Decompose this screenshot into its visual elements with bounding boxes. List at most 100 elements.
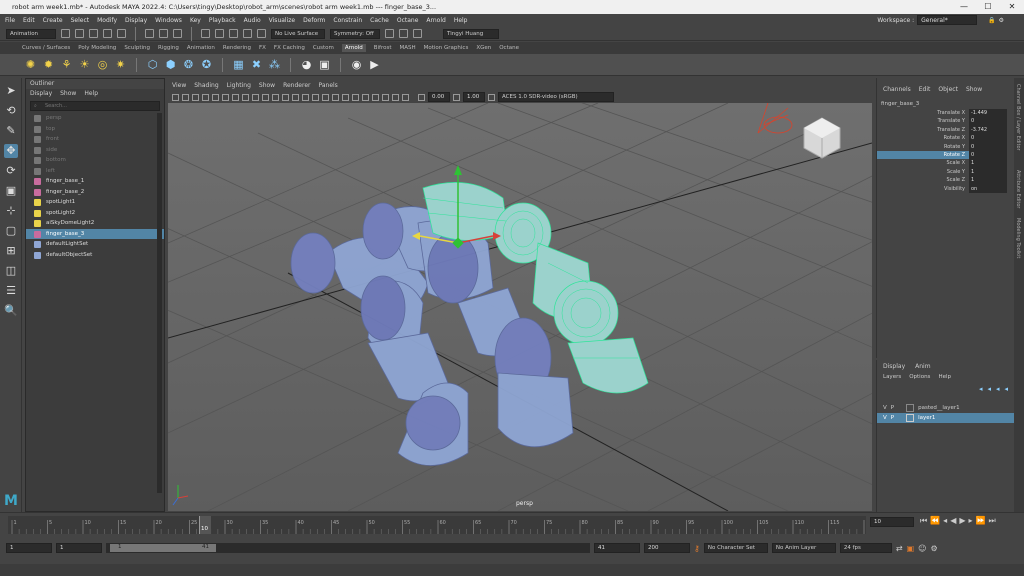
volume-icon[interactable]: ❂ [182, 58, 195, 71]
ipr-render-icon[interactable] [399, 29, 408, 38]
viewport-menu-show[interactable]: Show [259, 80, 275, 91]
sound-icon[interactable]: ▣ [907, 544, 915, 553]
channel-attribute-value[interactable]: 1 [969, 167, 1007, 177]
channel-attribute-row[interactable]: Translate Z -3.742 [877, 125, 1014, 135]
character-set-dropdown[interactable]: No Character Set [703, 543, 768, 553]
wireframe-on-shaded-icon[interactable] [292, 93, 299, 101]
select-tool-icon[interactable]: ➤ [4, 84, 18, 98]
menu-audio[interactable]: Audio [244, 17, 261, 24]
skydome-light-icon[interactable]: ☀ [78, 58, 91, 71]
layer-playback-toggle[interactable]: P [891, 415, 894, 421]
layer-visibility-toggle[interactable]: V [883, 415, 887, 421]
outliner-item[interactable]: defaultLightSet [26, 239, 164, 250]
menu-file[interactable]: File [5, 17, 15, 24]
symmetry-dropdown[interactable]: Symmetry: Off [330, 28, 380, 39]
workspace-dropdown[interactable]: General* [917, 15, 978, 25]
channel-attribute-row[interactable]: Visibility on [877, 184, 1014, 193]
range-slider[interactable]: 1 41 [106, 543, 590, 553]
menu-display[interactable]: Display [125, 17, 147, 24]
film-gate-icon[interactable] [222, 93, 229, 101]
paint-select-icon[interactable]: ✎ [4, 124, 18, 138]
outliner-menu-display[interactable]: Display [30, 89, 52, 99]
playback-end-field[interactable]: 41 [594, 543, 640, 553]
ambient-occlusion-icon[interactable] [332, 93, 339, 101]
gate-mask-icon[interactable] [242, 93, 249, 101]
isolate-select-icon[interactable] [372, 93, 379, 101]
close-button[interactable]: ✕ [1000, 0, 1024, 14]
menu-playback[interactable]: Playback [209, 17, 236, 24]
channel-attribute-name[interactable]: Rotate X [877, 134, 969, 142]
new-scene-icon[interactable] [61, 29, 70, 38]
channel-attribute-value[interactable]: 0 [969, 142, 1007, 151]
outliner-item[interactable]: spotLight1 [26, 197, 164, 208]
fps-dropdown[interactable]: 24 fps [839, 543, 892, 553]
channel-attribute-value[interactable]: 0 [969, 117, 1007, 126]
viewport-menu-lighting[interactable]: Lighting [227, 80, 251, 91]
shelf-tab-rigging[interactable]: Rigging [158, 45, 179, 51]
step-back-key-icon[interactable]: ⏪ [930, 516, 940, 526]
channel-attribute-value[interactable]: -3.742 [969, 125, 1007, 135]
side-tab-attribute-editor[interactable]: Attribute Editor [1015, 170, 1021, 208]
move-layer-down-icon[interactable]: ◂ [987, 385, 991, 393]
view-transform-dropdown[interactable]: ACES 1.0 SDR-video (sRGB) [498, 92, 614, 102]
physical-sky-icon[interactable]: ✷ [114, 58, 127, 71]
outliner-item[interactable]: aiSkyDomeLight2 [26, 218, 164, 229]
preferences-icon[interactable]: ⚙ [930, 544, 937, 553]
side-tab-channel-box[interactable]: Channel Box / Layer Editor [1015, 84, 1021, 151]
menu-constrain[interactable]: Constrain [333, 17, 362, 24]
playback-start-field[interactable]: 1 [56, 543, 102, 553]
layer-tab-display[interactable]: Display [883, 363, 905, 370]
scale-tool-icon[interactable]: ▣ [4, 184, 18, 198]
outliner-item[interactable]: finger_base_1 [26, 176, 164, 187]
animation-start-field[interactable]: 1 [6, 543, 52, 553]
menu-windows[interactable]: Windows [155, 17, 182, 24]
channel-attribute-value[interactable]: 0 [969, 150, 1007, 160]
motion-blur-icon[interactable] [342, 93, 349, 101]
outliner-item[interactable]: finger_base_2 [26, 187, 164, 198]
menu-key[interactable]: Key [190, 17, 201, 24]
shelf-tab-custom[interactable]: Custom [313, 45, 334, 51]
shelf-tab-bifrost[interactable]: Bifrost [374, 45, 392, 51]
channel-attribute-value[interactable]: 1 [969, 159, 1007, 168]
render-frame-icon[interactable] [385, 29, 394, 38]
channel-attribute-row[interactable]: Rotate Z0 [877, 150, 1014, 160]
depth-of-field-icon[interactable] [362, 93, 369, 101]
outliner-item[interactable]: finger_base_3 [26, 228, 164, 239]
viewport-menu-renderer[interactable]: Renderer [283, 80, 310, 91]
photometric-light-icon[interactable]: ⚘ [60, 58, 73, 71]
area-light-icon[interactable]: ✺ [24, 58, 37, 71]
live-surface-field[interactable]: No Live Surface [271, 28, 325, 39]
channel-attribute-value[interactable]: on [969, 184, 1007, 193]
field-chart-icon[interactable] [252, 93, 259, 101]
export-standin-icon[interactable]: ⬢ [164, 58, 177, 71]
lasso-tool-icon[interactable]: ⟲ [4, 104, 18, 118]
snap-pivot-icon[interactable]: ⊹ [4, 204, 18, 218]
channel-attribute-name[interactable]: Scale X [877, 159, 969, 167]
flush-caches-icon[interactable]: ✖ [250, 58, 263, 71]
outliner-menu-help[interactable]: Help [84, 89, 98, 99]
anti-aliasing-icon[interactable] [352, 93, 359, 101]
channel-attribute-row[interactable]: Translate Y0 [877, 117, 1014, 126]
menu-deform[interactable]: Deform [303, 17, 325, 24]
smooth-shade-icon[interactable] [282, 93, 289, 101]
channel-attribute-name[interactable]: Translate X [877, 109, 969, 117]
current-frame-field[interactable]: 10 [870, 517, 914, 527]
layer-menu-options[interactable]: Options [909, 374, 930, 380]
snap-point-icon[interactable] [229, 29, 238, 38]
make-live-icon[interactable] [257, 29, 266, 38]
select-by-hierarchy-icon[interactable] [145, 29, 154, 38]
render-view-icon[interactable]: ▦ [232, 58, 245, 71]
txmanager-icon[interactable]: ⁂ [268, 58, 281, 71]
step-forward-frame-icon[interactable]: ▸ [969, 516, 973, 526]
color-management-icon[interactable] [488, 93, 495, 101]
step-back-frame-icon[interactable]: ◂ [943, 516, 947, 526]
move-tool-icon[interactable]: ✥ [4, 144, 18, 158]
layer-playback-toggle[interactable]: P [891, 405, 894, 411]
new-layer-icon[interactable]: ◂ [996, 385, 1000, 393]
gamma-field[interactable]: 1.00 [463, 92, 485, 102]
outliner-item[interactable]: left [26, 166, 164, 177]
loop-icon[interactable]: ⇄ [896, 544, 903, 553]
channel-menu-show[interactable]: Show [966, 86, 982, 93]
outliner-item[interactable]: top [26, 124, 164, 135]
channel-attribute-value[interactable]: 1 [969, 176, 1007, 185]
